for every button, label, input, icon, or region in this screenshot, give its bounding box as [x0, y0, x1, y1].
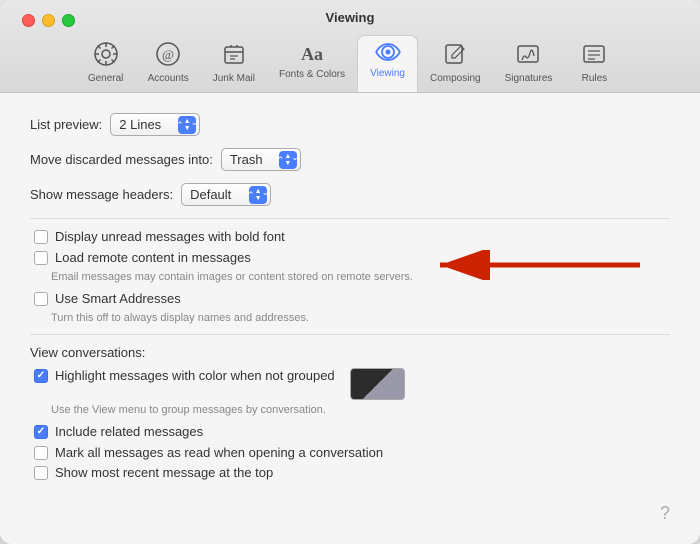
- preferences-window: Viewing: [0, 0, 700, 544]
- general-icon: [93, 41, 119, 71]
- help-button[interactable]: ?: [660, 503, 670, 524]
- traffic-lights: [22, 14, 75, 27]
- move-discarded-row: Move discarded messages into: Trash Arch…: [30, 148, 670, 171]
- bold-font-row: Display unread messages with bold font: [30, 229, 670, 246]
- recent-top-row: Show most recent message at the top: [30, 465, 670, 482]
- close-button[interactable]: [22, 14, 35, 27]
- mark-as-read-row: Mark all messages as read when opening a…: [30, 445, 670, 462]
- show-headers-label: Show message headers:: [30, 187, 173, 202]
- red-arrow: [430, 250, 650, 280]
- signatures-label: Signatures: [505, 73, 553, 84]
- move-discarded-select[interactable]: Trash Archive: [221, 148, 301, 171]
- load-remote-checkbox[interactable]: [34, 251, 48, 265]
- viewing-label: Viewing: [370, 68, 405, 79]
- recent-top-label: Show most recent message at the top: [55, 465, 273, 482]
- toolbar-item-accounts[interactable]: @ Accounts: [136, 35, 201, 92]
- color-preview[interactable]: [350, 368, 405, 400]
- show-headers-select[interactable]: Default All Custom: [181, 183, 271, 206]
- include-related-checkbox[interactable]: [34, 425, 48, 439]
- fonts-colors-label: Fonts & Colors: [279, 69, 345, 80]
- move-discarded-label: Move discarded messages into:: [30, 152, 213, 167]
- highlight-color-checkbox[interactable]: [34, 369, 48, 383]
- bold-font-checkbox[interactable]: [34, 230, 48, 244]
- list-preview-select-wrapper: 2 Lines 1 Line None ▲ ▼: [110, 113, 200, 136]
- accounts-label: Accounts: [148, 73, 189, 84]
- fonts-colors-icon: Aa: [299, 41, 325, 67]
- toolbar-item-rules[interactable]: Rules: [564, 35, 624, 92]
- toolbar-item-general[interactable]: General: [76, 35, 136, 92]
- smart-addresses-checkbox[interactable]: [34, 292, 48, 306]
- show-headers-row: Show message headers: Default All Custom…: [30, 183, 670, 206]
- divider-1: [30, 218, 670, 219]
- signatures-icon: [515, 41, 541, 71]
- rules-label: Rules: [582, 73, 608, 84]
- toolbar: General @ Accounts: [68, 33, 633, 92]
- highlight-color-label: Highlight messages with color when not g…: [55, 368, 335, 385]
- composing-icon: [442, 41, 468, 71]
- smart-addresses-label: Use Smart Addresses: [55, 291, 181, 308]
- viewing-icon: [374, 42, 402, 66]
- toolbar-item-fonts-colors[interactable]: Aa Fonts & Colors: [267, 35, 357, 92]
- load-remote-section: Load remote content in messages: [30, 250, 670, 267]
- title-bar: Viewing: [0, 0, 700, 93]
- toolbar-item-junk-mail[interactable]: Junk Mail: [201, 35, 267, 92]
- divider-2: [30, 334, 670, 335]
- junk-mail-icon: [221, 41, 247, 71]
- load-remote-label: Load remote content in messages: [55, 250, 251, 267]
- rules-icon: [581, 41, 607, 71]
- toolbar-item-viewing[interactable]: Viewing: [357, 35, 418, 92]
- list-preview-select[interactable]: 2 Lines 1 Line None: [110, 113, 200, 136]
- show-headers-select-wrapper: Default All Custom ▲ ▼: [181, 183, 271, 206]
- toolbar-item-composing[interactable]: Composing: [418, 35, 493, 92]
- mark-as-read-label: Mark all messages as read when opening a…: [55, 445, 383, 462]
- conversations-header: View conversations:: [30, 345, 670, 360]
- minimize-button[interactable]: [42, 14, 55, 27]
- recent-top-checkbox[interactable]: [34, 466, 48, 480]
- toolbar-item-signatures[interactable]: Signatures: [493, 35, 565, 92]
- accounts-icon: @: [155, 41, 181, 71]
- include-related-row: Include related messages: [30, 424, 670, 441]
- smart-addresses-sublabel: Turn this off to always display names an…: [30, 312, 670, 324]
- smart-addresses-row: Use Smart Addresses: [30, 291, 670, 308]
- mark-as-read-checkbox[interactable]: [34, 446, 48, 460]
- list-preview-row: List preview: 2 Lines 1 Line None ▲ ▼: [30, 113, 670, 136]
- window-title: Viewing: [326, 10, 375, 25]
- general-label: General: [88, 73, 124, 84]
- maximize-button[interactable]: [62, 14, 75, 27]
- move-discarded-select-wrapper: Trash Archive ▲ ▼: [221, 148, 301, 171]
- bold-font-label: Display unread messages with bold font: [55, 229, 285, 246]
- include-related-label: Include related messages: [55, 424, 203, 441]
- junk-mail-label: Junk Mail: [213, 73, 255, 84]
- highlight-color-row: Highlight messages with color when not g…: [30, 368, 670, 400]
- list-preview-label: List preview:: [30, 117, 102, 132]
- svg-text:@: @: [162, 47, 174, 62]
- highlight-color-sublabel: Use the View menu to group messages by c…: [30, 404, 670, 416]
- content-area: List preview: 2 Lines 1 Line None ▲ ▼ Mo…: [0, 93, 700, 544]
- composing-label: Composing: [430, 73, 481, 84]
